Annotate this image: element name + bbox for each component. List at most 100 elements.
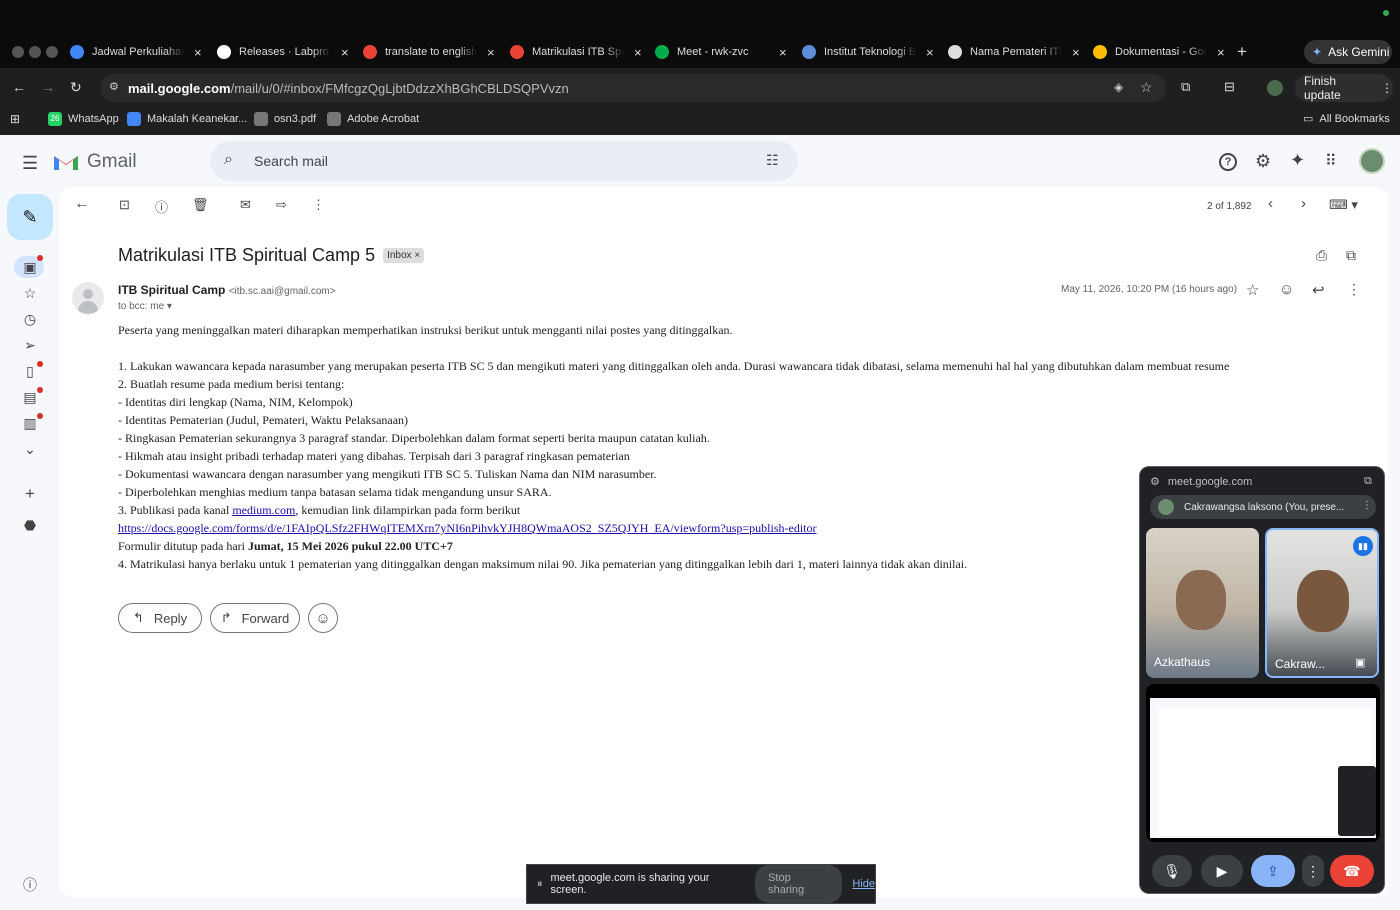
more-chevron-icon[interactable]: ⌄: [22, 441, 38, 457]
browser-tab[interactable]: translate to english ×: [363, 40, 495, 64]
delete-icon[interactable]: 🗑: [192, 197, 209, 213]
profile-avatar[interactable]: [1267, 80, 1283, 96]
archive-icon[interactable]: ⊡: [119, 197, 130, 213]
inbox-label-chip[interactable]: Inbox ×: [383, 248, 425, 263]
forward-icon[interactable]: →: [41, 79, 55, 95]
search-icon[interactable]: ⌕: [224, 151, 233, 169]
browser-tab[interactable]: Meet - rwk-zvc ×: [655, 40, 787, 64]
gemini-icon[interactable]: ✦: [1290, 150, 1305, 171]
print-icon[interactable]: ⎙: [1316, 247, 1327, 264]
label-tag-icon[interactable]: ⬣: [22, 517, 38, 533]
reply-icon[interactable]: ↩: [1312, 281, 1325, 299]
back-to-tab-icon[interactable]: ⧉: [1364, 475, 1372, 488]
reply-button[interactable]: ↰ Reply: [118, 603, 202, 633]
main-menu-icon[interactable]: ☰: [22, 153, 38, 174]
search-options-icon[interactable]: ☷: [766, 152, 779, 169]
close-tab-icon[interactable]: ×: [779, 45, 787, 60]
compose-button[interactable]: ✎: [7, 194, 53, 240]
emoji-react-icon[interactable]: ☺: [1279, 281, 1294, 298]
form-link[interactable]: https://docs.google.com/forms/d/e/1FAIpQ…: [118, 521, 816, 535]
emoji-reaction-button[interactable]: ☺: [308, 603, 338, 633]
newer-chevron-icon[interactable]: ‹: [1268, 195, 1273, 212]
bookmark-item[interactable]: Makalah Keanekar...: [127, 112, 247, 126]
bookmark-item[interactable]: 26 WhatsApp: [48, 112, 119, 126]
new-label-plus-icon[interactable]: +: [22, 485, 38, 502]
mark-unread-icon[interactable]: ✉: [240, 197, 251, 213]
sender-avatar[interactable]: [72, 282, 104, 314]
more-vert-icon[interactable]: ⋮: [1362, 500, 1372, 511]
medium-link[interactable]: medium.com: [232, 503, 295, 517]
new-tab-button[interactable]: +: [1237, 42, 1247, 62]
inbox-icon[interactable]: ▣: [22, 259, 38, 275]
site-info-icon[interactable]: ⚙: [109, 80, 119, 93]
close-tab-icon[interactable]: ×: [194, 45, 202, 60]
help-icon[interactable]: ?: [1219, 153, 1237, 171]
present-button[interactable]: ⇪: [1251, 855, 1295, 887]
back-icon[interactable]: ←: [12, 79, 26, 95]
tab-search-icon[interactable]: ⊟: [1224, 79, 1235, 95]
presenter-chip[interactable]: Cakrawangsa laksono (You, prese... ⋮: [1150, 495, 1376, 519]
recipient-line[interactable]: to bcc: me ▾: [118, 301, 172, 312]
leave-call-button[interactable]: ☎: [1330, 855, 1374, 887]
star-icon[interactable]: ☆: [1246, 281, 1259, 299]
report-spam-icon[interactable]: ⓘ: [155, 197, 168, 216]
older-chevron-icon[interactable]: ›: [1301, 195, 1306, 212]
bookmark-item[interactable]: Adobe Acrobat: [327, 112, 419, 126]
pip-icon[interactable]: ▣: [1355, 656, 1365, 669]
input-tools-icon[interactable]: ⌨ ▾: [1329, 197, 1358, 213]
browser-tab[interactable]: Dokumentasi - Goo ×: [1093, 40, 1225, 64]
participant-tile-azkathaus[interactable]: Azkathaus: [1146, 528, 1259, 678]
finish-update-button[interactable]: Finish update ⋮: [1295, 74, 1393, 102]
reload-icon[interactable]: ↻: [70, 79, 82, 96]
info-circle-icon[interactable]: ⓘ: [22, 877, 38, 893]
mic-button[interactable]: 🎙: [1152, 855, 1192, 887]
browser-tab[interactable]: Matrikulasi ITB Spi ×: [510, 40, 642, 64]
browser-tab[interactable]: Nama Pemateri ITB ×: [948, 40, 1080, 64]
browser-tab[interactable]: Institut Teknologi B ×: [802, 40, 934, 64]
forward-button[interactable]: ↱ Forward: [210, 603, 300, 633]
more-vert-icon[interactable]: ⋮: [1347, 281, 1361, 298]
close-tab-icon[interactable]: ×: [634, 45, 642, 60]
browser-tab[interactable]: Jadwal Perkuliahan ×: [70, 40, 202, 64]
move-to-icon[interactable]: ⇨: [276, 197, 287, 213]
address-bar[interactable]: ⚙ mail.google.com/mail/u/0/#inbox/FMfcgz…: [100, 74, 1166, 102]
sent-icon[interactable]: ➢: [22, 337, 38, 353]
more-vert-icon[interactable]: ⋮: [312, 197, 325, 213]
all-bookmarks-link[interactable]: ▭ All Bookmarks: [1303, 112, 1390, 126]
close-tab-icon[interactable]: ×: [1072, 45, 1080, 60]
purchases-icon[interactable]: ▤: [22, 389, 38, 405]
drag-handle-icon[interactable]: ⏸: [537, 878, 543, 891]
lens-icon[interactable]: ◈: [1114, 80, 1123, 94]
google-apps-icon[interactable]: ⠿: [1325, 151, 1337, 171]
close-tab-icon[interactable]: ×: [1217, 45, 1225, 60]
close-tab-icon[interactable]: ×: [341, 45, 349, 60]
sender-name[interactable]: ITB Spiritual Camp: [118, 283, 225, 297]
drafts-icon[interactable]: ▯: [22, 363, 38, 379]
more-options-button[interactable]: ⋮: [1302, 855, 1324, 887]
minimize-window-button[interactable]: [29, 46, 41, 58]
close-window-button[interactable]: [12, 46, 24, 58]
all-bookmarks-label: All Bookmarks: [1319, 112, 1390, 125]
updates-icon[interactable]: ▥: [22, 415, 38, 431]
ask-gemini-button[interactable]: ✦ Ask Gemini: [1304, 40, 1392, 64]
maximize-window-button[interactable]: [46, 46, 58, 58]
settings-gear-icon[interactable]: ⚙: [1255, 151, 1271, 172]
apps-grid-icon[interactable]: ⊞: [10, 112, 20, 126]
gmail-logo[interactable]: Gmail: [53, 151, 137, 173]
browser-tab[interactable]: Releases · Labpro- ×: [217, 40, 349, 64]
bookmark-star-icon[interactable]: ☆: [1140, 79, 1153, 96]
camera-button[interactable]: ▶: [1201, 855, 1243, 887]
starred-icon[interactable]: ☆: [22, 285, 38, 301]
search-bar[interactable]: ⌕ Search mail ☷: [210, 141, 798, 181]
participant-tile-self[interactable]: ▮▮ Cakraw... ▣: [1265, 528, 1379, 678]
extensions-icon[interactable]: ⧉: [1181, 79, 1190, 95]
close-tab-icon[interactable]: ×: [926, 45, 934, 60]
open-new-window-icon[interactable]: ⧉: [1346, 247, 1356, 264]
hide-button[interactable]: Hide: [852, 878, 875, 890]
snoozed-clock-icon[interactable]: ◷: [22, 311, 38, 327]
stop-sharing-button[interactable]: Stop sharing: [755, 865, 843, 903]
back-to-inbox-icon[interactable]: ←: [74, 195, 90, 213]
bookmark-item[interactable]: osn3.pdf: [254, 112, 316, 126]
close-tab-icon[interactable]: ×: [487, 45, 495, 60]
account-avatar[interactable]: [1359, 148, 1385, 174]
